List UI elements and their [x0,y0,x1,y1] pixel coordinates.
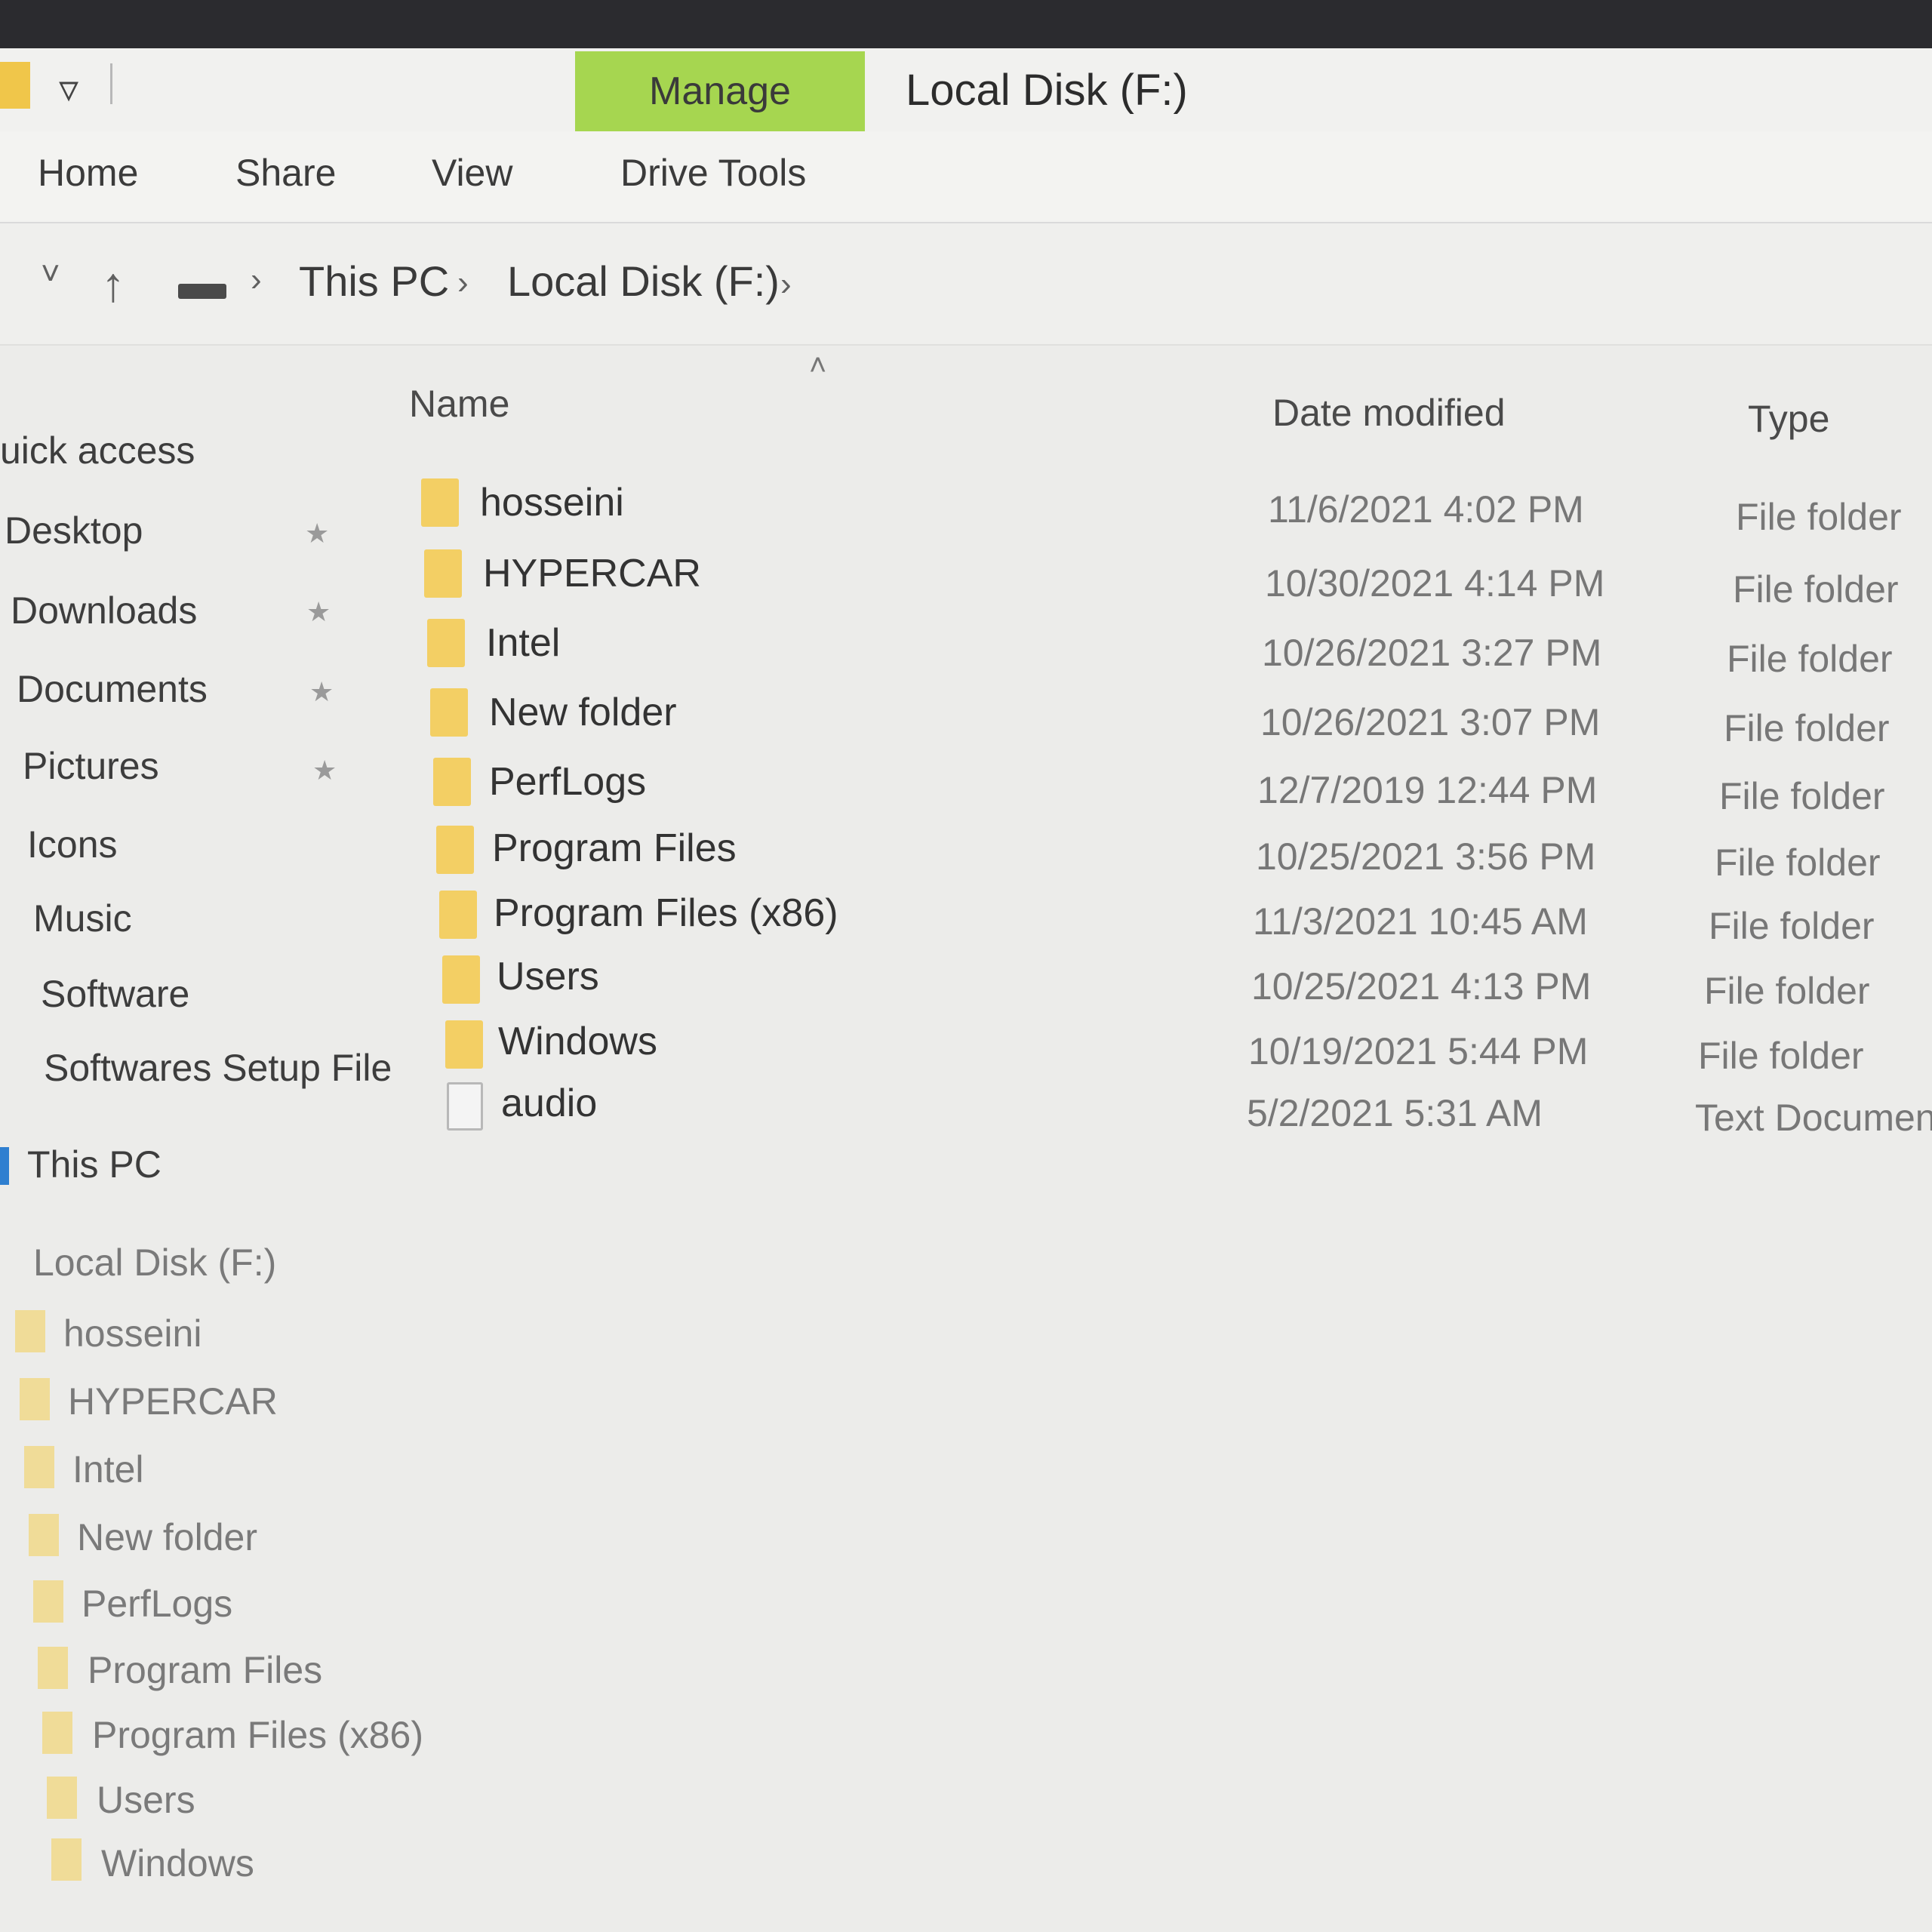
title-separator [110,63,112,104]
sidebar-tree-item[interactable]: Program Files (x86) [92,1713,423,1757]
sidebar-tree-item[interactable]: Intel [72,1447,144,1491]
folder-icon [29,1514,59,1556]
folder-icon [427,619,465,667]
breadcrumb-separator-icon[interactable]: › [457,264,469,302]
file-name: PerfLogs [489,760,647,804]
up-arrow-icon[interactable]: ↑ [101,257,125,312]
breadcrumb-this-pc[interactable]: This PC [299,257,449,306]
file-name: HYPERCAR [483,552,701,595]
folder-icon [436,826,474,874]
folder-icon [15,1310,45,1352]
column-header-type[interactable]: Type [1748,397,1829,441]
table-row[interactable]: PerfLogs 12/7/2019 12:44 PM File folder [0,752,1932,817]
folder-icon [439,891,477,939]
drive-icon [178,284,226,299]
window-title: Local Disk (F:) [906,66,1188,115]
sidebar-item-local-disk[interactable]: Local Disk (F:) [33,1241,276,1284]
sidebar-tree-item[interactable]: hosseini [63,1312,202,1355]
sidebar-tree-item[interactable]: Users [97,1778,195,1822]
file-name: Program Files [492,826,737,870]
file-date: 12/7/2019 12:44 PM [1257,769,1598,811]
quick-access-menu-icon[interactable]: ▿ [59,66,78,112]
table-row[interactable]: audio 5/2/2021 5:31 AM Text Documen [0,1079,1932,1143]
this-pc-icon [0,1147,9,1185]
folder-icon [38,1647,68,1689]
file-type: File folder [1719,775,1885,817]
file-date: 10/26/2021 3:07 PM [1260,701,1601,743]
file-date: 11/3/2021 10:45 AM [1253,900,1588,943]
file-type: File folder [1698,1035,1864,1077]
sidebar-tree-item[interactable]: PerfLogs [82,1582,232,1626]
sidebar-tree-item[interactable]: New folder [77,1515,257,1559]
tab-share[interactable]: Share [235,151,336,195]
file-type: File folder [1709,905,1875,947]
tab-home[interactable]: Home [38,151,138,195]
folder-icon [424,549,462,598]
table-row[interactable]: Users 10/25/2021 4:13 PM File folder [0,951,1932,1014]
monitor-bezel [0,0,1932,48]
file-name: New folder [489,691,677,734]
folder-icon [430,688,468,737]
breadcrumb-local-disk[interactable]: Local Disk (F:) [507,257,780,306]
file-name: audio [501,1081,598,1125]
file-date: 10/19/2021 5:44 PM [1248,1030,1589,1072]
folder-icon [47,1777,77,1819]
column-header-date-modified[interactable]: Date modified [1272,391,1506,435]
table-row[interactable]: Program Files (x86) 11/3/2021 10:45 AM F… [0,886,1932,949]
file-date: 11/6/2021 4:02 PM [1268,488,1584,531]
file-name: Windows [498,1020,657,1063]
table-row[interactable]: Windows 10/19/2021 5:44 PM File folder [0,1016,1932,1079]
folder-icon [20,1378,50,1420]
sidebar-quick-access[interactable]: uick access [0,429,195,472]
file-date: 5/2/2021 5:31 AM [1247,1092,1543,1134]
file-date: 10/30/2021 4:14 PM [1265,562,1605,605]
file-type: File folder [1704,970,1870,1012]
file-date: 10/25/2021 3:56 PM [1256,835,1596,878]
sidebar-tree-item[interactable]: Program Files [88,1648,322,1692]
file-type: File folder [1715,841,1881,884]
table-row[interactable]: HYPERCAR 10/30/2021 4:14 PM File folder [0,543,1932,611]
folder-icon [421,478,459,527]
table-row[interactable]: Program Files 10/25/2021 3:56 PM File fo… [0,820,1932,884]
folder-icon [442,955,480,1004]
breadcrumb-separator-icon[interactable]: › [780,266,792,303]
table-row[interactable]: Intel 10/26/2021 3:27 PM File folder [0,613,1932,680]
tab-view[interactable]: View [432,151,512,195]
sidebar-item-this-pc[interactable]: This PC [27,1143,162,1186]
file-date: 10/26/2021 3:27 PM [1262,632,1602,674]
file-type: File folder [1724,707,1890,749]
sort-ascending-icon: ˄ [809,349,827,382]
folder-icon [445,1020,483,1069]
folder-icon [33,1580,63,1623]
tab-drive-tools[interactable]: Drive Tools [620,151,806,195]
folder-icon [51,1838,82,1881]
folder-icon [24,1446,54,1488]
file-date: 10/25/2021 4:13 PM [1251,965,1592,1008]
file-name: Intel [486,621,561,665]
breadcrumb-separator-icon[interactable]: › [251,261,262,299]
sidebar-tree-item[interactable]: HYPERCAR [68,1380,278,1423]
folder-icon [42,1712,72,1754]
file-name: Users [497,955,599,998]
quick-access-folder-icon[interactable] [0,62,30,109]
file-type: Text Documen [1695,1097,1932,1139]
sidebar-tree-item[interactable]: Windows [101,1841,254,1885]
table-row[interactable]: New folder 10/26/2021 3:07 PM File folde… [0,682,1932,749]
address-bar: ˅ ↑ › This PC › Local Disk (F:) › [0,223,1932,346]
tab-manage[interactable]: Manage [575,51,865,131]
file-type: File folder [1736,496,1902,538]
table-row[interactable]: hosseini 11/6/2021 4:02 PM File folder [0,472,1932,538]
ribbon-tabs: Home Share View Drive Tools [0,131,1932,223]
file-type: File folder [1727,638,1893,680]
folder-icon [433,758,471,806]
text-document-icon [447,1082,483,1131]
tab-manage-label: Manage [649,69,791,113]
column-header-name[interactable]: Name [409,382,509,426]
file-name: hosseini [480,481,624,525]
file-type: File folder [1733,568,1899,611]
file-name: Program Files (x86) [494,891,838,935]
recent-locations-icon[interactable]: ˅ [41,255,60,293]
